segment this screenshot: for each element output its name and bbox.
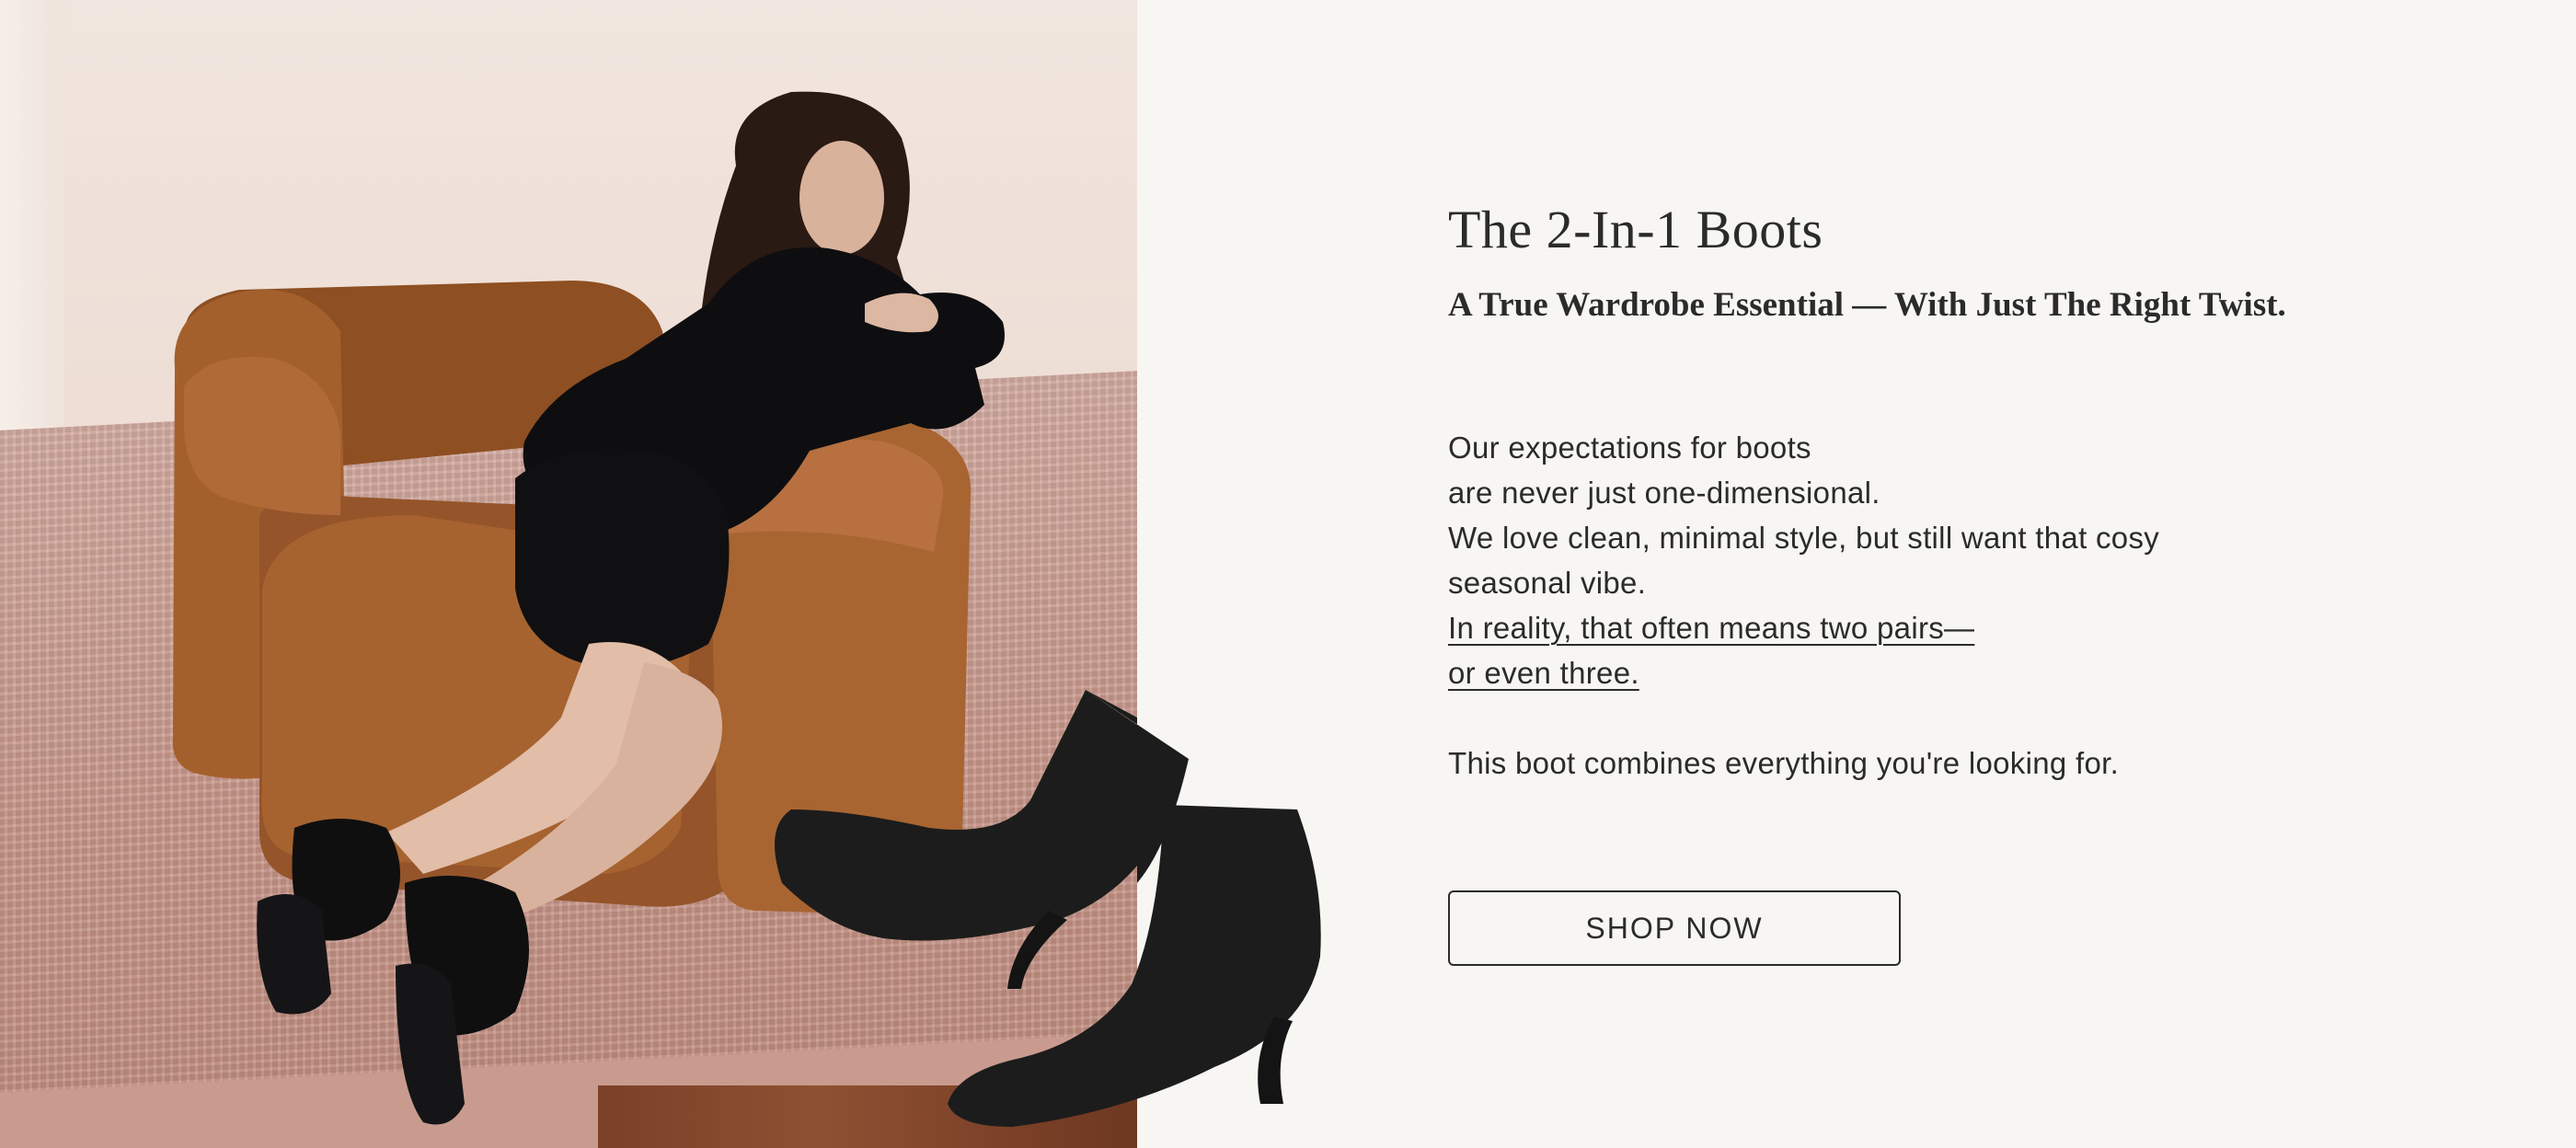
shop-now-button[interactable]: SHOP NOW (1448, 890, 1901, 966)
product-boot-1 (774, 690, 1137, 989)
description-line: are never just one-dimensional. (1448, 476, 1880, 510)
product-boots (774, 690, 1137, 989)
description-line: Our expectations for boots (1448, 430, 1811, 465)
page-subtitle: A True Wardrobe Essential — With Just Th… (1448, 286, 2286, 324)
hero-content: The 2-In-1 Boots A True Wardrobe Essenti… (1448, 0, 2368, 1148)
page-title: The 2-In-1 Boots (1448, 200, 1823, 259)
description-line: We love clean, minimal style, but still … (1448, 521, 2160, 555)
description: Our expectations for boots are never jus… (1448, 425, 2331, 786)
hero-photo (0, 0, 1137, 1148)
description-link[interactable]: or even three. (1448, 656, 1639, 690)
description-link[interactable]: In reality, that often means two pairs— (1448, 611, 1974, 645)
description-line: seasonal vibe. (1448, 566, 1647, 600)
closing-line: This boot combines everything you're loo… (1448, 746, 2120, 780)
